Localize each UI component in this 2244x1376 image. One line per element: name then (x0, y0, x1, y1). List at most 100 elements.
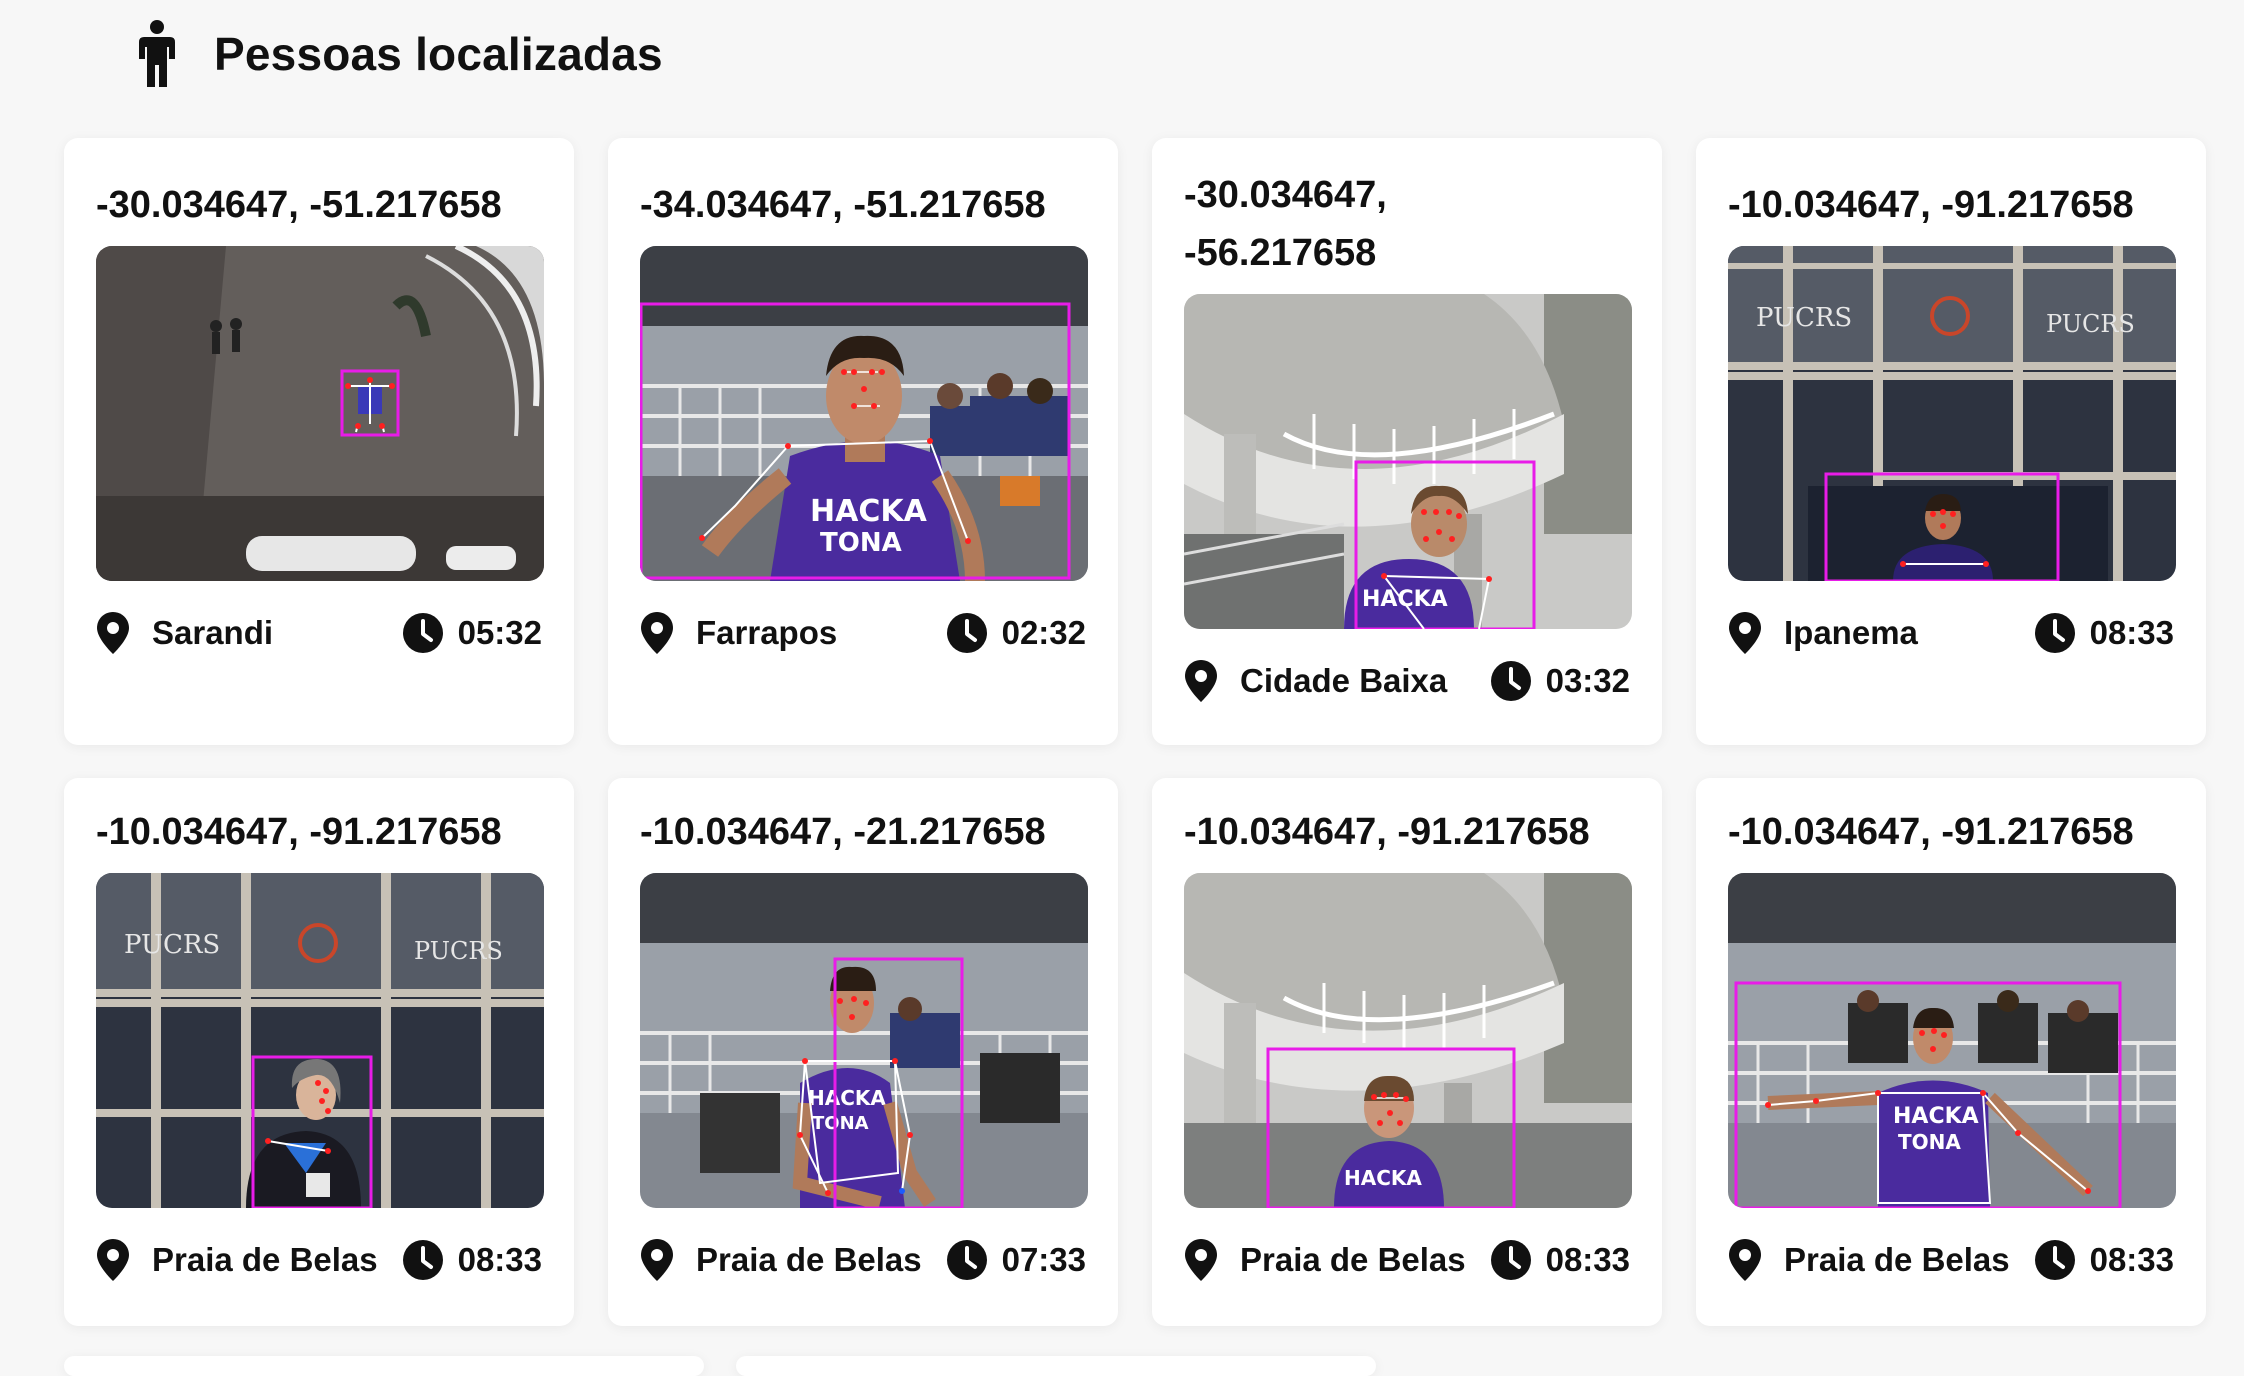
detection-photo[interactable]: PUCRS PUCRS (96, 873, 544, 1208)
detection-photo[interactable]: HACKA TONA (640, 873, 1088, 1208)
detection-image: HACKA TONA (640, 873, 1088, 1208)
svg-text:HACKA: HACKA (1893, 1104, 1979, 1129)
svg-text:PUCRS: PUCRS (414, 937, 503, 965)
location-label: Praia de Belas (152, 1241, 378, 1278)
location-pin-icon (1728, 1238, 1762, 1282)
clock-icon (2034, 1239, 2076, 1281)
person-card[interactable]: -10.034647, -91.217658 PUCRS PUCRS (64, 778, 574, 1326)
card-meta: Praia de Belas 08:33 (1184, 1230, 1630, 1290)
location-info: Praia de Belas (1728, 1238, 2010, 1282)
time-info: 08:33 (2034, 612, 2174, 654)
person-icon (139, 20, 175, 87)
card-coordinates: -10.034647, -21.217658 (640, 811, 1046, 853)
time-label: 08:33 (1545, 1241, 1630, 1278)
location-pin-icon (640, 611, 674, 655)
location-info: Cidade Baixa (1184, 659, 1447, 703)
time-label: 08:33 (457, 1241, 542, 1278)
card-meta: Praia de Belas 08:33 (96, 1230, 542, 1290)
svg-text:TONA: TONA (812, 1113, 869, 1134)
person-card[interactable]: -30.034647, -56.217658 HACKA Cidade Baix… (1152, 138, 1662, 745)
page-title: Pessoas localizadas (214, 28, 663, 80)
svg-text:HACKA: HACKA (1344, 1166, 1422, 1190)
svg-text:TONA: TONA (1898, 1130, 1961, 1154)
location-info: Praia de Belas (640, 1238, 922, 1282)
location-label: Cidade Baixa (1240, 662, 1448, 699)
time-label: 03:32 (1545, 662, 1630, 699)
detection-image: HACKA (1184, 873, 1632, 1208)
time-label: 07:33 (1001, 1241, 1086, 1278)
person-card[interactable]: -10.034647, -21.217658 HACKA TONA Praia … (608, 778, 1118, 1326)
location-info: Sarandi (96, 611, 273, 655)
time-label: 08:33 (2089, 614, 2174, 651)
location-pin-icon (1728, 611, 1762, 655)
time-label: 02:32 (1001, 614, 1086, 651)
clock-icon (946, 1239, 988, 1281)
time-label: 08:33 (2089, 1241, 2174, 1278)
card-coordinates: -10.034647, -91.217658 (1728, 184, 2134, 226)
svg-text:PUCRS: PUCRS (124, 930, 220, 960)
detection-photo[interactable]: HACKA TONA (1728, 873, 2176, 1208)
clock-icon (2034, 612, 2076, 654)
person-card[interactable]: -10.034647, -91.217658 HACKA TONA Praia … (1696, 778, 2206, 1326)
clock-icon (1490, 1239, 1532, 1281)
card-meta: Cidade Baixa 03:32 (1184, 651, 1630, 711)
clock-icon (1490, 660, 1532, 702)
card-coordinates: -10.034647, -91.217658 (96, 811, 502, 853)
time-label: 05:32 (457, 614, 542, 651)
person-card[interactable]: -30.034647, -51.217658 Sarandi 05:32 (64, 138, 574, 745)
detection-image: HACKA TONA (640, 246, 1088, 581)
detection-image: HACKA (1184, 294, 1632, 629)
location-pin-icon (640, 1238, 674, 1282)
location-info: Ipanema (1728, 611, 1918, 655)
svg-text:PUCRS: PUCRS (2046, 310, 2135, 338)
location-info: Farrapos (640, 611, 837, 655)
svg-text:HACKA: HACKA (1362, 587, 1448, 612)
clock-icon (402, 612, 444, 654)
time-info: 02:32 (946, 612, 1086, 654)
location-label: Sarandi (152, 614, 274, 651)
detection-photo[interactable] (96, 246, 544, 581)
card-coordinates: -10.034647, -91.217658 (1728, 811, 2134, 853)
location-pin-icon (1184, 659, 1218, 703)
location-label: Praia de Belas (1784, 1241, 2010, 1278)
svg-text:PUCRS: PUCRS (1756, 303, 1852, 333)
card-coordinates: -30.034647, -56.217658 (1184, 174, 1387, 274)
detection-image: HACKA TONA (1728, 873, 2176, 1208)
card-meta: Farrapos 02:32 (640, 603, 1086, 663)
location-pin-icon (96, 1238, 130, 1282)
location-label: Ipanema (1784, 614, 1918, 651)
card-meta: Ipanema 08:33 (1728, 603, 2174, 663)
time-info: 07:33 (946, 1239, 1086, 1281)
detection-photo[interactable]: HACKA (1184, 873, 1632, 1208)
person-card[interactable]: -10.034647, -91.217658 PUCRS PUCRS (1696, 138, 2206, 745)
location-label: Farrapos (696, 614, 838, 651)
time-info: 08:33 (1490, 1239, 1630, 1281)
svg-text:HACKA: HACKA (810, 494, 928, 529)
clock-icon (402, 1239, 444, 1281)
time-info: 05:32 (402, 612, 542, 654)
location-pin-icon (1184, 1238, 1218, 1282)
location-info: Praia de Belas (1184, 1238, 1466, 1282)
next-row-card-edge (64, 1356, 704, 1376)
svg-text:TONA: TONA (820, 528, 902, 558)
time-info: 08:33 (2034, 1239, 2174, 1281)
person-card[interactable]: -10.034647, -91.217658 HACKA Praia de Be… (1152, 778, 1662, 1326)
detection-photo[interactable]: HACKA TONA (640, 246, 1088, 581)
detection-image: PUCRS PUCRS (96, 873, 544, 1208)
detection-image: PUCRS PUCRS (1728, 246, 2176, 581)
detection-photo[interactable]: PUCRS PUCRS (1728, 246, 2176, 581)
card-coordinates: -30.034647, -51.217658 (96, 184, 502, 226)
card-meta: Praia de Belas 08:33 (1728, 1230, 2174, 1290)
person-card[interactable]: -34.034647, -51.217658 HACKA TONA Farrap… (608, 138, 1118, 745)
location-pin-icon (96, 611, 130, 655)
svg-text:HACKA: HACKA (808, 1086, 886, 1110)
clock-icon (946, 612, 988, 654)
location-info: Praia de Belas (96, 1238, 378, 1282)
time-info: 03:32 (1490, 660, 1630, 702)
card-meta: Sarandi 05:32 (96, 603, 542, 663)
detection-photo[interactable]: HACKA (1184, 294, 1632, 629)
detection-image (96, 246, 544, 581)
next-row-card-edge (736, 1356, 1376, 1376)
card-coordinates: -10.034647, -91.217658 (1184, 811, 1590, 853)
location-label: Praia de Belas (696, 1241, 922, 1278)
